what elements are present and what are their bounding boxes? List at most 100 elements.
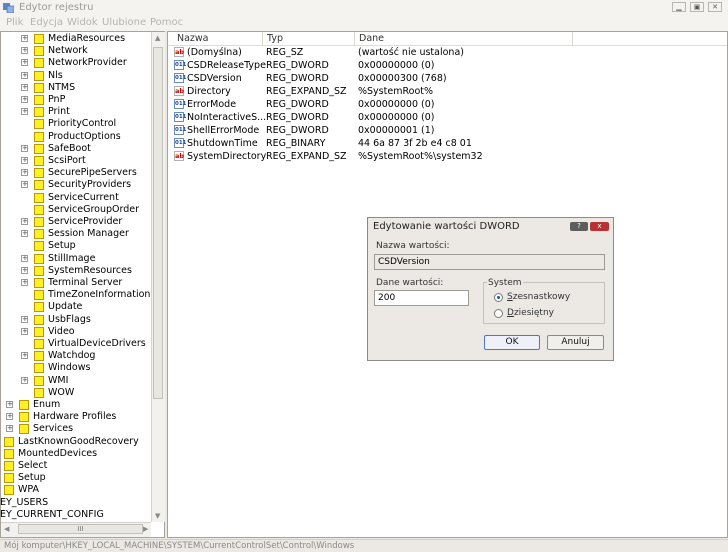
tree-item[interactable]: + WMI <box>0 375 150 387</box>
scroll-down-icon[interactable]: ▼ <box>155 512 160 520</box>
cancel-button[interactable]: Anuluj <box>547 335 604 350</box>
expand-icon[interactable]: + <box>21 157 28 164</box>
tree-item[interactable]: WPA <box>0 484 150 496</box>
tree-item[interactable]: + Video <box>0 326 150 338</box>
tree-item[interactable]: EY_CURRENT_CONFIG <box>0 509 150 521</box>
value-name-field[interactable]: CSDVersion <box>374 254 605 270</box>
menu-favorites[interactable]: Ulubione <box>102 17 146 29</box>
tree-item[interactable]: Setup <box>0 472 150 484</box>
tree-item[interactable]: + Network <box>0 45 150 57</box>
ok-button[interactable]: OK <box>484 335 540 350</box>
tree-item[interactable]: + Print <box>0 106 150 118</box>
help-icon[interactable]: ? <box>570 222 588 231</box>
tree-item[interactable]: + Terminal Server <box>0 277 150 289</box>
menu-edit[interactable]: Edycja <box>30 17 63 29</box>
column-header-type[interactable]: Typ <box>263 32 355 45</box>
tree-item[interactable]: + MediaResources <box>0 33 150 45</box>
list-row[interactable]: 011 ErrorMode REG_DWORD 0x00000000 (0) <box>172 98 572 111</box>
expand-icon[interactable]: + <box>21 352 28 360</box>
tree-item[interactable]: EY_USERS <box>0 497 150 509</box>
minimize-icon[interactable]: ▁ <box>672 2 686 12</box>
tree-item[interactable]: + Nls <box>0 70 150 82</box>
scroll-right-icon[interactable]: ▶ <box>143 525 148 533</box>
menu-view[interactable]: Widok <box>67 17 98 29</box>
hex-radio[interactable] <box>494 293 503 302</box>
list-row[interactable]: 011 CSDVersion REG_DWORD 0x00000300 (768) <box>172 72 572 85</box>
tree-item[interactable]: Setup <box>0 240 150 252</box>
maximize-icon[interactable]: ▣ <box>690 2 704 12</box>
menu-help[interactable]: Pomoc <box>150 17 183 29</box>
tree-item[interactable]: PriorityControl <box>0 118 150 130</box>
expand-icon[interactable]: + <box>21 35 28 42</box>
tree-item[interactable]: + Hardware Profiles <box>0 411 150 423</box>
tree-item[interactable]: + ServiceProvider <box>0 216 150 228</box>
expand-icon[interactable]: + <box>21 96 28 103</box>
tree-item[interactable]: ServiceGroupOrder <box>0 204 150 216</box>
folder-icon <box>19 412 29 423</box>
tree-item[interactable]: + StillImage <box>0 253 150 265</box>
tree-item[interactable]: TimeZoneInformation <box>0 289 150 301</box>
tree-item[interactable]: + Watchdog <box>0 350 150 362</box>
dec-radio-label[interactable]: Dziesiętny <box>507 308 554 318</box>
scroll-up-icon[interactable]: ▲ <box>155 34 160 42</box>
expand-icon[interactable]: + <box>21 230 28 238</box>
expand-icon[interactable]: + <box>6 401 13 408</box>
tree-item[interactable]: + SecurityProviders <box>0 179 150 191</box>
tree-item[interactable]: + ScsiPort <box>0 155 150 167</box>
tree-item[interactable]: + Services <box>0 423 150 435</box>
value-data-input[interactable]: 200 <box>374 290 469 306</box>
tree-horizontal-scroll-thumb[interactable]: III <box>18 524 143 534</box>
tree-item[interactable]: + UsbFlags <box>0 314 150 326</box>
list-row[interactable]: ab (Domyślna) REG_SZ (wartość nie ustalona) <box>172 46 572 59</box>
tree-item[interactable]: WOW <box>0 387 150 399</box>
tree-item[interactable]: Select <box>0 460 150 472</box>
expand-icon[interactable]: + <box>21 254 28 262</box>
expand-icon[interactable]: + <box>21 144 28 152</box>
expand-icon[interactable]: + <box>21 169 28 177</box>
tree-item[interactable]: + SystemResources <box>0 265 150 277</box>
expand-icon[interactable]: + <box>21 59 28 67</box>
close-icon[interactable]: x <box>590 222 609 231</box>
column-header-data[interactable]: Dane <box>355 32 573 45</box>
expand-icon[interactable]: + <box>21 266 28 274</box>
expand-icon[interactable]: + <box>21 279 28 286</box>
list-row[interactable]: 011 ShutdownTime REG_BINARY 44 6a 87 3f 2b … <box>172 137 572 150</box>
dec-radio[interactable] <box>494 309 503 318</box>
expand-icon[interactable]: + <box>21 181 28 189</box>
list-row[interactable]: 011 ShellErrorMode REG_DWORD 0x00000001 (1) <box>172 124 572 137</box>
list-row[interactable]: ab Directory REG_EXPAND_SZ %SystemRoot% <box>172 85 572 98</box>
tree-item[interactable]: MountedDevices <box>0 448 150 460</box>
list-row[interactable]: 011 NoInteractiveS... REG_DWORD 0x00000000 … <box>172 111 572 124</box>
tree-item[interactable]: VirtualDeviceDrivers <box>0 338 150 350</box>
menu-file[interactable]: Plik <box>6 17 23 29</box>
tree-item[interactable]: ServiceCurrent <box>0 192 150 204</box>
tree-item[interactable]: Update <box>0 301 150 313</box>
expand-icon[interactable]: + <box>21 83 28 91</box>
tree-item[interactable]: LastKnownGoodRecovery <box>0 436 150 448</box>
tree-item[interactable]: ProductOptions <box>0 131 150 143</box>
expand-icon[interactable]: + <box>21 376 28 384</box>
tree-item[interactable]: + NTMS <box>0 82 150 94</box>
tree-item[interactable]: + Session Manager <box>0 228 150 240</box>
hex-radio-label[interactable]: Szesnastkowy <box>507 292 570 302</box>
tree-item[interactable]: + Enum <box>0 399 150 411</box>
column-header-name[interactable]: Nazwa <box>173 32 263 45</box>
expand-icon[interactable]: + <box>21 327 28 335</box>
tree-item[interactable]: + NetworkProvider <box>0 57 150 69</box>
tree-item[interactable]: Windows <box>0 362 150 374</box>
expand-icon[interactable]: + <box>21 218 28 225</box>
tree-item[interactable]: + SecurePipeServers <box>0 167 150 179</box>
expand-icon[interactable]: + <box>21 108 28 116</box>
expand-icon[interactable]: + <box>21 71 28 79</box>
list-row[interactable]: 011 CSDReleaseType REG_DWORD 0x00000000 (0) <box>172 59 572 72</box>
scroll-left-icon[interactable]: ◀ <box>4 525 9 533</box>
expand-icon[interactable]: + <box>6 413 13 421</box>
list-row[interactable]: ab SystemDirectory REG_EXPAND_SZ %SystemRoo… <box>172 150 572 163</box>
expand-icon[interactable]: + <box>21 47 28 55</box>
tree-item[interactable]: + PnP <box>0 94 150 106</box>
expand-icon[interactable]: + <box>21 315 28 323</box>
expand-icon[interactable]: + <box>6 425 13 433</box>
tree-vertical-scroll-thumb[interactable] <box>153 47 163 399</box>
tree-item[interactable]: + SafeBoot <box>0 143 150 155</box>
close-window-icon[interactable]: ✕ <box>708 2 722 12</box>
